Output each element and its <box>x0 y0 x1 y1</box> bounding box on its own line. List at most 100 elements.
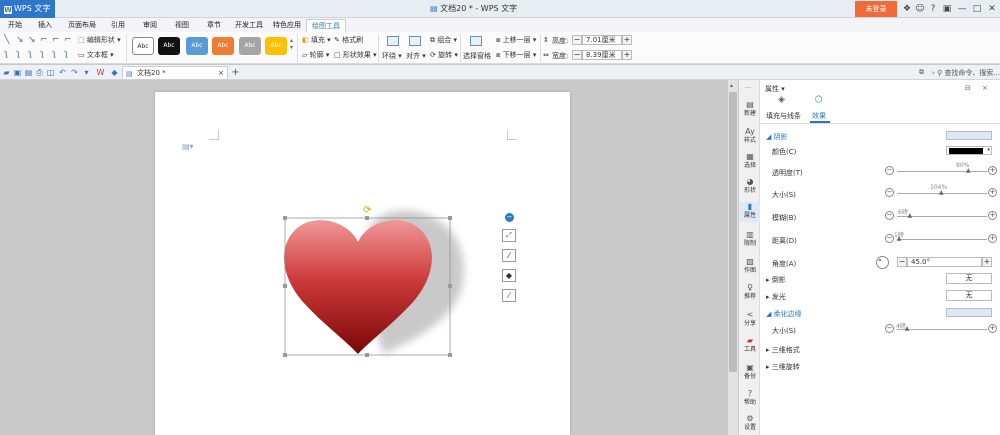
align-button[interactable]: 对齐 ▾ <box>406 51 426 61</box>
soft-edge-decrement-button[interactable]: − <box>885 324 894 333</box>
shadow-color-picker[interactable]: ▾ <box>946 146 992 155</box>
resize-handle-top[interactable] <box>365 216 369 220</box>
curve-shape-icon[interactable]: ʅ <box>4 50 13 59</box>
double-arrow-shape-icon[interactable]: ↘ <box>28 36 37 45</box>
transparency-slider-thumb[interactable]: ▲ <box>966 167 971 174</box>
tab-fill-and-line[interactable]: 填充与线条 <box>766 111 801 121</box>
edit-shape-button[interactable]: ⬚ 编辑形状 ▾ <box>78 35 121 45</box>
rotate-button[interactable]: ⟳ 旋转 ▾ <box>430 50 458 60</box>
help-icon[interactable]: ? <box>926 2 940 16</box>
curve-double-shape-icon[interactable]: ʅ <box>28 50 37 59</box>
document-tab[interactable]: ▤ 文档20 * × <box>122 66 228 80</box>
vertical-scrollbar[interactable]: ▴ <box>728 80 738 435</box>
line-shape-gallery[interactable]: ╲ ↘ ↘ ⌐ ⌐ ⌐ ʅ ʅ ʅ ʅ ʅ ʅ <box>4 34 74 62</box>
style-gallery-scroll-icon[interactable]: ▴ ▾ <box>290 37 293 51</box>
shadow-section-header[interactable]: ◢ 阴影 <box>766 132 788 142</box>
maximize-icon[interactable]: □ <box>970 2 984 16</box>
strip-more-icon[interactable]: ··· <box>745 84 752 92</box>
style-blue[interactable]: Abc <box>186 37 208 55</box>
soft-edge-section-header[interactable]: ◢ 柔化边缘 <box>766 309 802 319</box>
tab-view[interactable]: 视图 <box>170 19 194 32</box>
float-outline-icon[interactable]: ⁄ <box>502 289 516 302</box>
strip-item-style[interactable]: Ay 样式 <box>739 127 761 147</box>
blur-slider-thumb[interactable]: ▲ <box>908 212 913 219</box>
resize-handle-bottom-right[interactable] <box>448 353 452 357</box>
angle-dial[interactable] <box>876 256 889 269</box>
tab-start[interactable]: 开始 <box>2 19 28 32</box>
strip-item-recommend[interactable]: ♀ 推荐 <box>739 283 761 303</box>
open-icon[interactable]: ▰ <box>2 68 11 77</box>
strip-item-properties[interactable]: ▮ 属性 <box>739 202 761 222</box>
collapse-float-icon[interactable]: − <box>505 213 514 222</box>
elbow-shape-icon[interactable]: ⌐ <box>40 36 49 45</box>
float-layout-icon[interactable]: ⤢ <box>502 229 516 242</box>
export-icon[interactable]: ▤ <box>24 68 33 77</box>
strip-item-help[interactable]: ? 帮助 <box>739 389 761 409</box>
close-tab-icon[interactable]: × <box>218 67 224 79</box>
tab-drawing-tools[interactable]: 绘图工具 <box>306 19 346 32</box>
resize-handle-top-left[interactable] <box>283 216 287 220</box>
wps-home-icon[interactable]: W <box>96 68 105 77</box>
selection-pane-icon[interactable] <box>470 36 482 46</box>
new-tab-icon[interactable]: + <box>231 68 240 78</box>
feedback-icon[interactable]: ☺ <box>913 2 927 16</box>
transparency-decrement-button[interactable]: − <box>885 166 894 175</box>
angle-decrement-button[interactable]: − <box>897 257 907 267</box>
tab-references[interactable]: 引用 <box>106 19 130 32</box>
float-pen-icon[interactable]: ⁄ <box>502 249 516 262</box>
outline-button[interactable]: ▱ 轮廓 ▾ <box>302 50 329 60</box>
strip-item-settings[interactable]: ⚙ 设置 <box>739 414 761 434</box>
curved-connector-shape-icon[interactable]: ʅ <box>40 50 49 59</box>
float-fill-icon[interactable]: ◆ <box>502 269 516 282</box>
glow-picker[interactable]: 无 <box>946 290 992 301</box>
app-menu-button[interactable]: WWPS 文字 ▾ <box>0 0 55 31</box>
strip-item-draw[interactable]: ▧ 作图 <box>739 257 761 277</box>
print-icon[interactable]: ⎙ <box>35 68 44 77</box>
shadow-preset-picker[interactable] <box>946 131 992 140</box>
wrap-button[interactable]: 环绕 ▾ <box>382 51 402 61</box>
glow-section-header[interactable]: ▸ 发光 <box>766 292 786 302</box>
distance-slider[interactable] <box>897 239 987 240</box>
bring-forward-button[interactable]: ⧈ 上移一层 ▾ <box>496 35 536 45</box>
panel-title[interactable]: 属性 ▾ <box>765 84 785 94</box>
cloud-icon[interactable]: ◆ <box>110 68 119 77</box>
width-input[interactable]: 8.39厘米 <box>582 50 622 60</box>
tab-effect[interactable]: 效果 <box>812 111 826 121</box>
style-black[interactable]: Abc <box>158 37 180 55</box>
angle-increment-button[interactable]: + <box>982 257 992 267</box>
scroll-up-icon[interactable]: ▴ <box>730 82 733 89</box>
tab-review[interactable]: 审阅 <box>138 19 162 32</box>
document-page[interactable]: ▤▾ ⟳ − ⤢ ⁄ ◆ ⁄ <box>155 92 570 435</box>
strip-item-shape[interactable]: ◕ 形状 <box>739 177 761 197</box>
strip-item-select[interactable]: ▦ 选择 <box>739 152 761 172</box>
transparency-increment-button[interactable]: + <box>988 166 997 175</box>
shape-effect-button[interactable]: ▢ 形状效果 ▾ <box>334 50 377 60</box>
resize-handle-top-right[interactable] <box>448 216 452 220</box>
resize-handle-bottom[interactable] <box>365 353 369 357</box>
angle-input[interactable]: 45.0° <box>907 257 982 267</box>
three-d-rotation-section-header[interactable]: ▸ 三维旋转 <box>766 362 800 372</box>
distance-increment-button[interactable]: + <box>988 234 997 243</box>
blur-increment-button[interactable]: + <box>988 211 997 220</box>
paragraph-mark-icon[interactable]: ▤▾ <box>182 142 194 151</box>
soft-edge-increment-button[interactable]: + <box>988 324 997 333</box>
reflection-section-header[interactable]: ▸ 倒影 <box>766 275 786 285</box>
toolbar-toggle-icon[interactable]: ⧉ <box>919 68 924 77</box>
text-box-button[interactable]: ▭ 文本框 ▾ <box>78 50 114 60</box>
selection-pane-button[interactable]: 选择窗格 <box>463 51 491 61</box>
resize-handle-right[interactable] <box>448 284 452 288</box>
distance-slider-thumb[interactable]: ▲ <box>897 235 902 242</box>
restore-ribbon-icon[interactable]: ▣ <box>940 2 954 16</box>
shadow-size-increment-button[interactable]: + <box>988 188 997 197</box>
minimize-icon[interactable]: — <box>955 2 969 16</box>
panel-pin-icon[interactable]: ⊟ <box>965 84 971 92</box>
shadow-size-slider-thumb[interactable]: ▲ <box>939 189 944 196</box>
width-increment-button[interactable]: + <box>622 50 632 60</box>
reflection-picker[interactable]: 无 <box>946 273 992 284</box>
tab-special[interactable]: 特色应用 <box>270 19 304 32</box>
shadow-size-decrement-button[interactable]: − <box>885 188 894 197</box>
tab-page-layout[interactable]: 页面布局 <box>64 19 100 32</box>
tab-developer[interactable]: 开发工具 <box>232 19 266 32</box>
elbow-arrow-shape-icon[interactable]: ⌐ <box>52 36 61 45</box>
height-decrement-button[interactable]: − <box>572 35 582 45</box>
